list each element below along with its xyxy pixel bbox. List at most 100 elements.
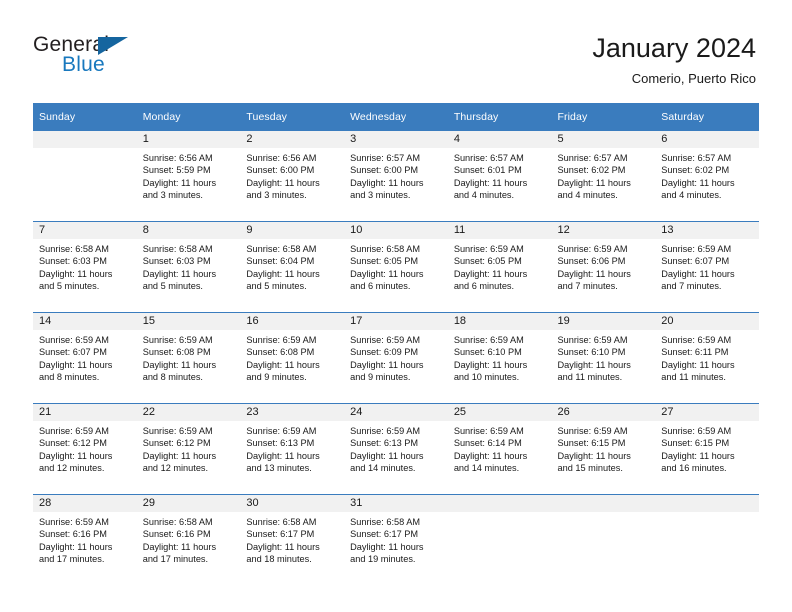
sunset-text: Sunset: 6:13 PM	[350, 438, 419, 449]
day-cell-inner: 27 Sunrise: 6:59 AM Sunset: 6:15 PM Dayl…	[655, 404, 759, 494]
day-details: Sunrise: 6:59 AM Sunset: 6:08 PM Dayligh…	[137, 330, 241, 383]
day-cell[interactable]: 2 Sunrise: 6:56 AM Sunset: 6:00 PM Dayli…	[240, 131, 345, 222]
day-cell-inner: 10 Sunrise: 6:58 AM Sunset: 6:05 PM Dayl…	[344, 222, 448, 312]
day-cell[interactable]: 16 Sunrise: 6:59 AM Sunset: 6:08 PM Dayl…	[240, 312, 345, 404]
daylight-text-line2: and 5 minutes.	[39, 280, 100, 291]
sunset-text: Sunset: 6:02 PM	[557, 165, 626, 176]
day-cell[interactable]	[551, 494, 656, 585]
day-cell[interactable]: 18 Sunrise: 6:59 AM Sunset: 6:10 PM Dayl…	[447, 312, 552, 404]
daylight-text-line2: and 11 minutes.	[557, 371, 623, 382]
day-cell[interactable]: 27 Sunrise: 6:59 AM Sunset: 6:15 PM Dayl…	[655, 403, 759, 495]
sunrise-text: Sunrise: 6:59 AM	[661, 335, 732, 345]
day-cell[interactable]: 26 Sunrise: 6:59 AM Sunset: 6:15 PM Dayl…	[551, 403, 656, 495]
day-cell[interactable]: 17 Sunrise: 6:59 AM Sunset: 6:09 PM Dayl…	[344, 312, 448, 404]
calendar-page: General Blue January 2024 Comerio, Puert…	[0, 0, 792, 612]
day-number: 18	[447, 313, 552, 330]
day-cell-inner: 21 Sunrise: 6:59 AM Sunset: 6:12 PM Dayl…	[33, 404, 137, 494]
day-cell[interactable]: 15 Sunrise: 6:59 AM Sunset: 6:08 PM Dayl…	[136, 312, 241, 404]
sunrise-text: Sunrise: 6:57 AM	[453, 153, 524, 163]
day-cell[interactable]: 7 Sunrise: 6:58 AM Sunset: 6:03 PM Dayli…	[33, 221, 137, 313]
day-cell[interactable]: 19 Sunrise: 6:59 AM Sunset: 6:10 PM Dayl…	[551, 312, 656, 404]
sunset-text: Sunset: 6:09 PM	[350, 347, 419, 358]
day-details: Sunrise: 6:59 AM Sunset: 6:08 PM Dayligh…	[240, 330, 344, 383]
calendar-table: Sunday Monday Tuesday Wednesday Thursday…	[33, 103, 759, 585]
day-cell[interactable]: 24 Sunrise: 6:59 AM Sunset: 6:13 PM Dayl…	[344, 403, 448, 495]
daylight-text-line2: and 5 minutes.	[142, 280, 203, 291]
day-number: 5	[551, 131, 656, 148]
day-cell-inner: 15 Sunrise: 6:59 AM Sunset: 6:08 PM Dayl…	[136, 313, 241, 403]
daylight-text-line2: and 3 minutes.	[142, 189, 203, 200]
sunset-text: Sunset: 6:05 PM	[453, 256, 522, 267]
day-cell[interactable]: 21 Sunrise: 6:59 AM Sunset: 6:12 PM Dayl…	[33, 403, 137, 495]
day-details: Sunrise: 6:59 AM Sunset: 6:11 PM Dayligh…	[655, 330, 759, 383]
day-number: 28	[33, 495, 137, 512]
day-cell[interactable]: 28 Sunrise: 6:59 AM Sunset: 6:16 PM Dayl…	[33, 494, 137, 585]
daylight-text-line1: Daylight: 11 hours	[661, 450, 735, 461]
day-cell[interactable]: 20 Sunrise: 6:59 AM Sunset: 6:11 PM Dayl…	[655, 312, 759, 404]
sunset-text: Sunset: 6:02 PM	[661, 165, 730, 176]
calendar-grid: Sunday Monday Tuesday Wednesday Thursday…	[33, 103, 759, 585]
day-cell[interactable]	[33, 131, 137, 222]
day-number: 11	[447, 222, 552, 239]
day-number: 23	[240, 404, 345, 421]
day-cell[interactable]: 1 Sunrise: 6:56 AM Sunset: 5:59 PM Dayli…	[136, 131, 241, 222]
page-subtitle-location: Comerio, Puerto Rico	[631, 71, 756, 86]
day-cell[interactable]: 10 Sunrise: 6:58 AM Sunset: 6:05 PM Dayl…	[344, 221, 448, 313]
day-number: 31	[344, 495, 448, 512]
day-cell-inner: 28 Sunrise: 6:59 AM Sunset: 6:16 PM Dayl…	[33, 495, 137, 585]
sunrise-text: Sunrise: 6:59 AM	[39, 426, 109, 436]
sunrise-text: Sunrise: 6:56 AM	[246, 153, 317, 163]
day-number: 17	[344, 313, 448, 330]
daylight-text-line1: Daylight: 11 hours	[661, 268, 735, 279]
sunrise-text: Sunrise: 6:59 AM	[39, 335, 109, 345]
day-cell[interactable]: 4 Sunrise: 6:57 AM Sunset: 6:01 PM Dayli…	[447, 131, 552, 222]
daylight-text-line2: and 3 minutes.	[350, 189, 411, 200]
day-cell[interactable]: 29 Sunrise: 6:58 AM Sunset: 6:16 PM Dayl…	[136, 494, 241, 585]
day-cell-inner: 17 Sunrise: 6:59 AM Sunset: 6:09 PM Dayl…	[344, 313, 448, 403]
daylight-text-line2: and 11 minutes.	[661, 371, 726, 382]
sunset-text: Sunset: 6:16 PM	[142, 529, 211, 540]
sunrise-text: Sunrise: 6:59 AM	[557, 426, 628, 436]
sunset-text: Sunset: 6:07 PM	[39, 347, 107, 358]
daylight-text-line1: Daylight: 11 hours	[39, 359, 113, 370]
daylight-text-line1: Daylight: 11 hours	[350, 359, 424, 370]
sunrise-text: Sunrise: 6:59 AM	[142, 335, 213, 345]
daylight-text-line2: and 4 minutes.	[661, 189, 722, 200]
day-number: 25	[447, 404, 552, 421]
day-cell[interactable]: 3 Sunrise: 6:57 AM Sunset: 6:00 PM Dayli…	[344, 131, 448, 222]
day-details: Sunrise: 6:58 AM Sunset: 6:16 PM Dayligh…	[137, 512, 241, 565]
day-number: 6	[655, 131, 759, 148]
day-cell[interactable]: 5 Sunrise: 6:57 AM Sunset: 6:02 PM Dayli…	[551, 131, 656, 222]
day-cell-inner: 26 Sunrise: 6:59 AM Sunset: 6:15 PM Dayl…	[551, 404, 656, 494]
sunrise-text: Sunrise: 6:59 AM	[350, 335, 421, 345]
day-details: Sunrise: 6:59 AM Sunset: 6:15 PM Dayligh…	[552, 421, 656, 474]
general-blue-logo: General Blue	[33, 33, 163, 81]
day-cell[interactable]: 23 Sunrise: 6:59 AM Sunset: 6:13 PM Dayl…	[240, 403, 345, 495]
calendar-week-row: 7 Sunrise: 6:58 AM Sunset: 6:03 PM Dayli…	[33, 221, 759, 313]
day-cell[interactable]: 8 Sunrise: 6:58 AM Sunset: 6:03 PM Dayli…	[136, 221, 241, 313]
daylight-text-line2: and 6 minutes.	[350, 280, 411, 291]
day-cell[interactable]: 6 Sunrise: 6:57 AM Sunset: 6:02 PM Dayli…	[655, 131, 759, 222]
day-details: Sunrise: 6:57 AM Sunset: 6:01 PM Dayligh…	[448, 148, 552, 201]
day-cell[interactable]: 25 Sunrise: 6:59 AM Sunset: 6:14 PM Dayl…	[447, 403, 552, 495]
day-cell[interactable]: 11 Sunrise: 6:59 AM Sunset: 6:05 PM Dayl…	[447, 221, 552, 313]
day-cell[interactable]: 12 Sunrise: 6:59 AM Sunset: 6:06 PM Dayl…	[551, 221, 656, 313]
day-cell[interactable]: 9 Sunrise: 6:58 AM Sunset: 6:04 PM Dayli…	[240, 221, 345, 313]
sunrise-text: Sunrise: 6:58 AM	[246, 517, 317, 527]
day-cell[interactable]	[447, 494, 552, 585]
day-cell[interactable]: 22 Sunrise: 6:59 AM Sunset: 6:12 PM Dayl…	[136, 403, 241, 495]
day-cell[interactable]: 14 Sunrise: 6:59 AM Sunset: 6:07 PM Dayl…	[33, 312, 137, 404]
day-cell[interactable]: 30 Sunrise: 6:58 AM Sunset: 6:17 PM Dayl…	[240, 494, 345, 585]
day-cell[interactable]: 31 Sunrise: 6:58 AM Sunset: 6:17 PM Dayl…	[344, 494, 448, 585]
day-cell[interactable]: 13 Sunrise: 6:59 AM Sunset: 6:07 PM Dayl…	[655, 221, 759, 313]
day-details: Sunrise: 6:59 AM Sunset: 6:13 PM Dayligh…	[344, 421, 448, 474]
day-details: Sunrise: 6:58 AM Sunset: 6:17 PM Dayligh…	[344, 512, 448, 565]
sunrise-text: Sunrise: 6:58 AM	[246, 244, 317, 254]
daylight-text-line2: and 4 minutes.	[453, 189, 515, 200]
day-cell-inner: 4 Sunrise: 6:57 AM Sunset: 6:01 PM Dayli…	[447, 131, 552, 221]
day-cell[interactable]	[655, 494, 759, 585]
day-cell-inner: 11 Sunrise: 6:59 AM Sunset: 6:05 PM Dayl…	[447, 222, 552, 312]
daylight-text-line2: and 5 minutes.	[246, 280, 307, 291]
day-details: Sunrise: 6:57 AM Sunset: 6:02 PM Dayligh…	[552, 148, 656, 201]
daylight-text-line2: and 17 minutes.	[142, 553, 209, 564]
